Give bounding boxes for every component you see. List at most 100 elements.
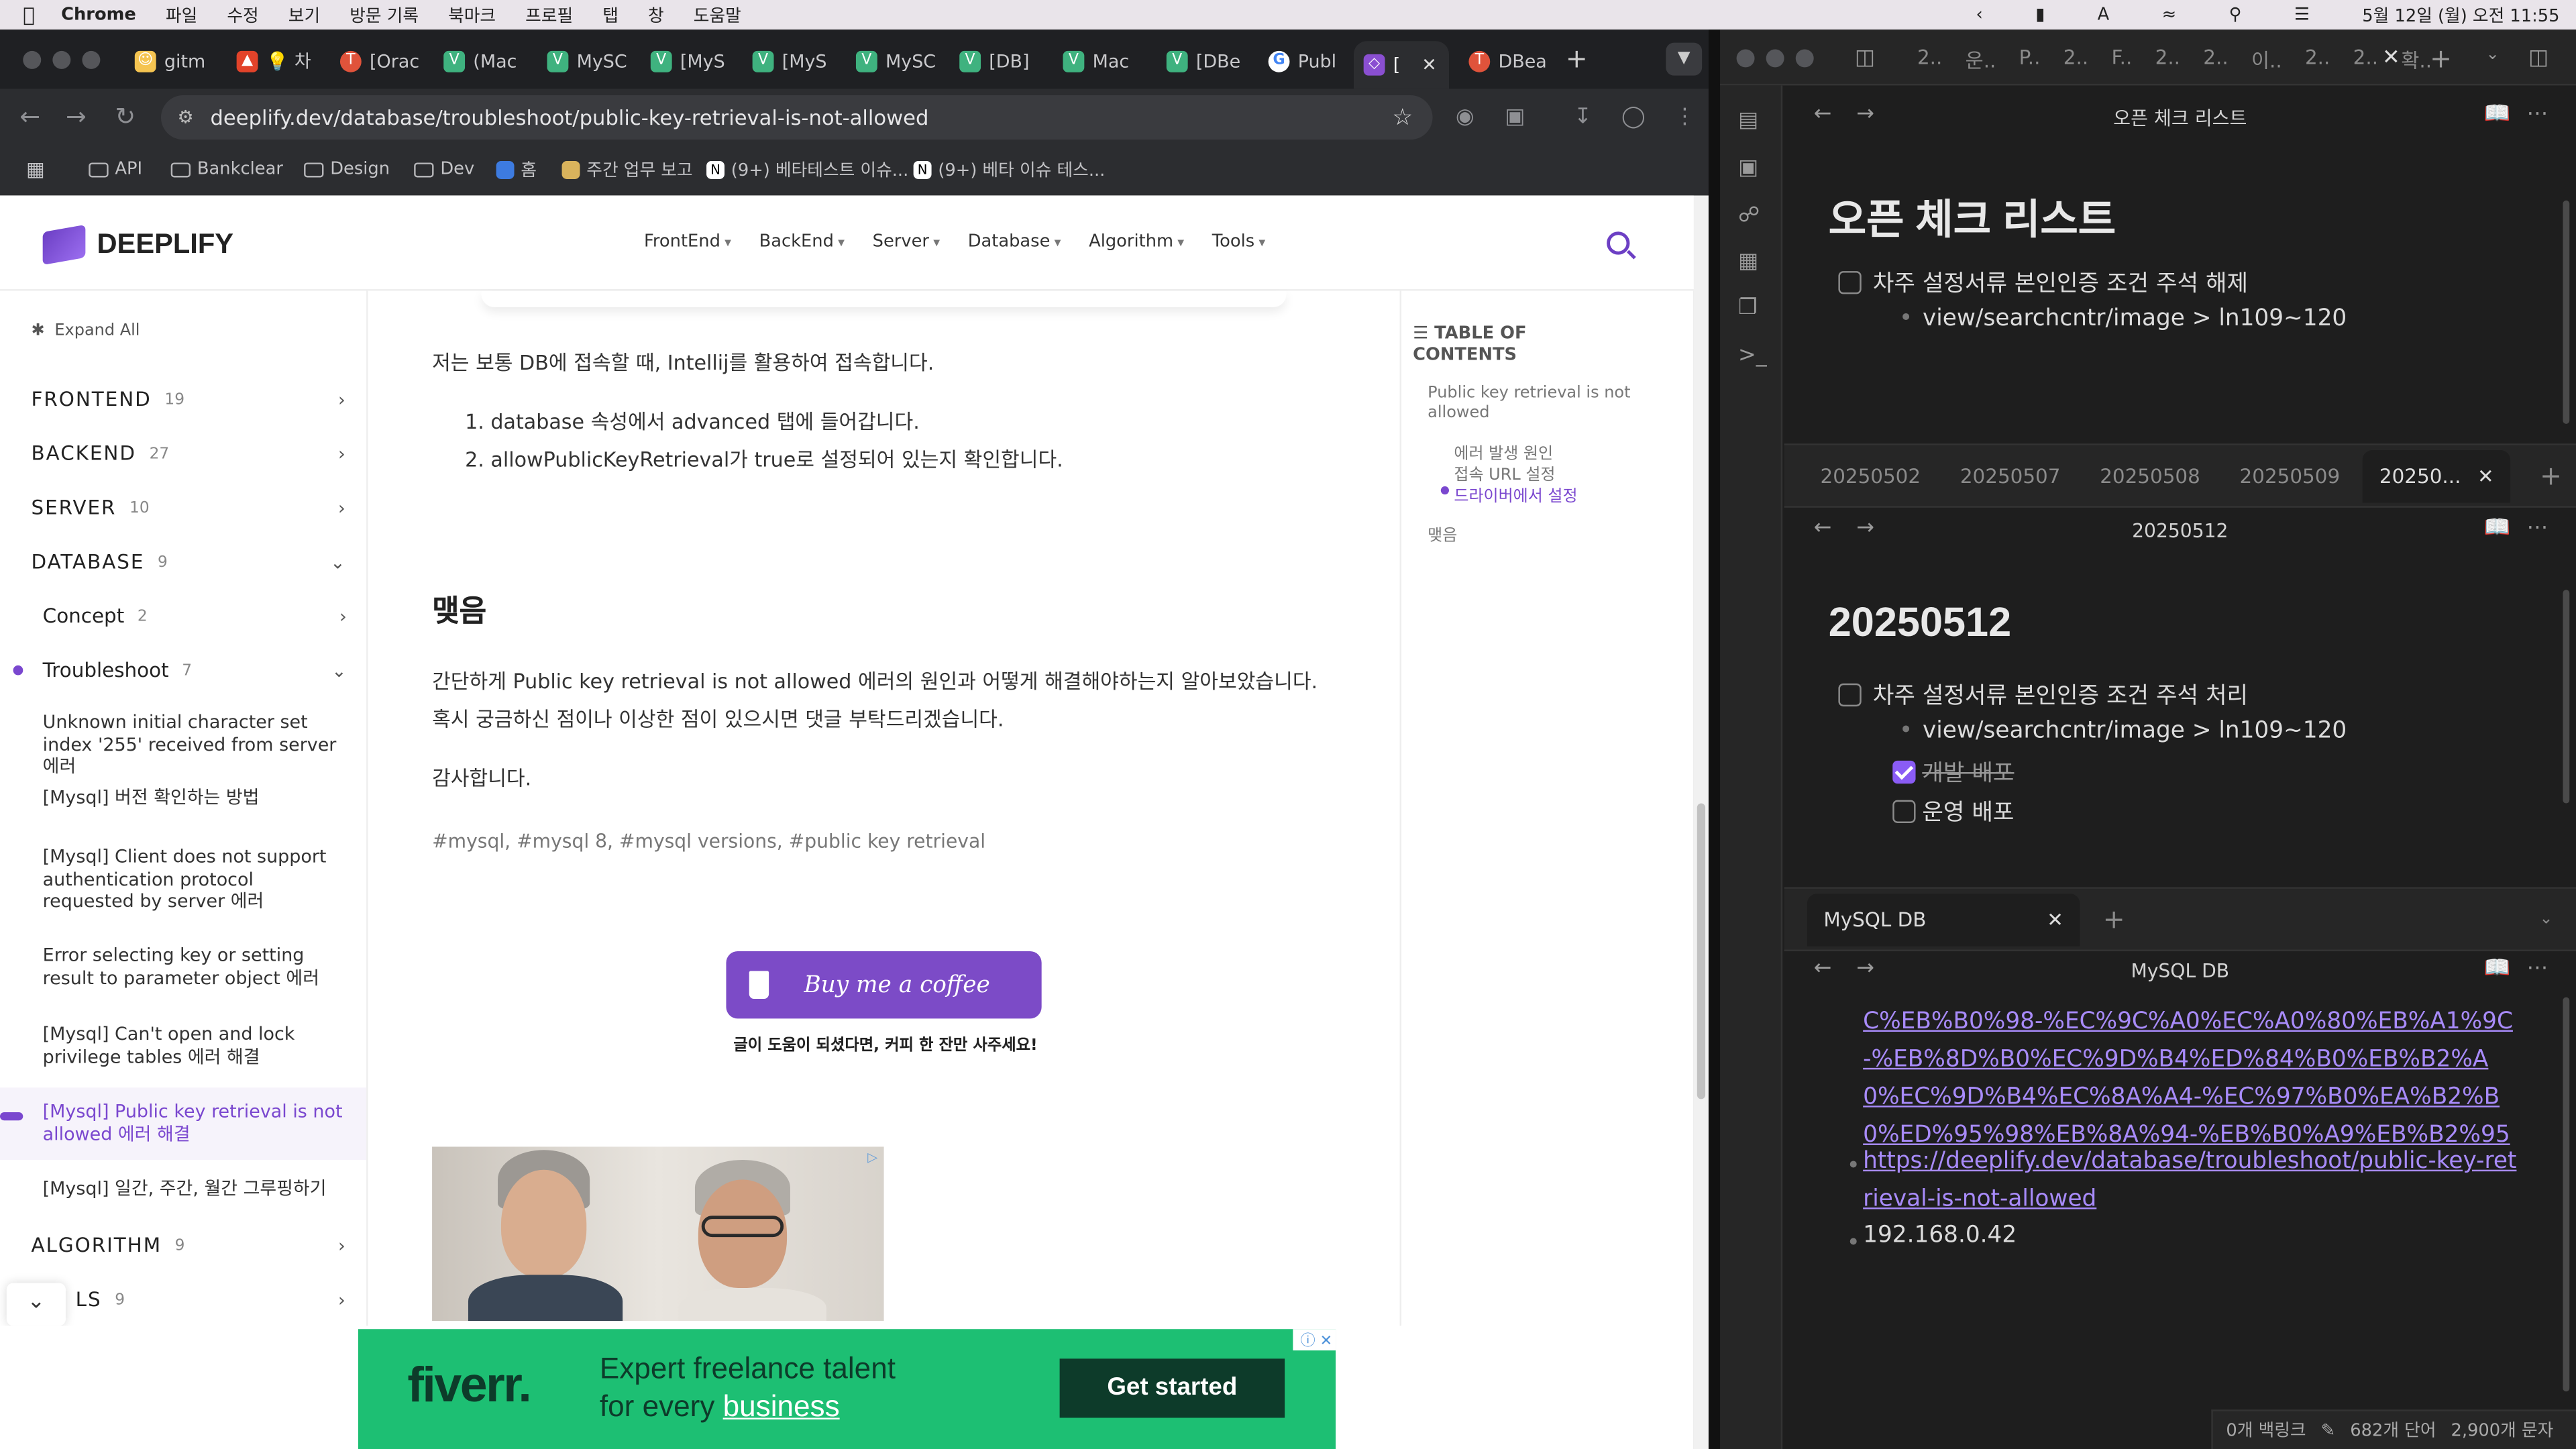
zoom-window-icon[interactable] — [82, 50, 101, 69]
new-tab-icon[interactable]: + — [2430, 43, 2452, 74]
page-scrollbar[interactable] — [1693, 195, 1709, 1449]
terminal-icon[interactable]: >_ — [1738, 343, 1767, 368]
tab-2[interactable]: T [Orac — [330, 41, 425, 80]
reload-icon[interactable]: ↻ — [115, 102, 136, 131]
copy-icon[interactable]: ❐ — [1738, 296, 1758, 321]
nav-tools[interactable]: Tools — [1212, 231, 1265, 251]
right-sidebar-icon[interactable]: ◫ — [2528, 46, 2548, 71]
tab-13[interactable]: T DBea — [1459, 41, 1554, 80]
address-bar[interactable]: ⚙ deeplify.dev/database/troubleshoot/pub… — [161, 95, 1433, 140]
sidebar-item-backend[interactable]: BACKEND 27 › — [32, 442, 354, 465]
expand-all-button[interactable]: ✱ Expand All — [32, 322, 140, 340]
tab-7[interactable]: 이.. — [2251, 46, 2282, 74]
download-icon[interactable]: ↧ — [1574, 105, 1592, 129]
task-checkbox[interactable] — [1838, 683, 1862, 707]
tab-search-icon[interactable]: ▼ — [1666, 42, 1703, 76]
sidebar-item-database[interactable]: DATABASE 9 ⌄ — [32, 550, 354, 573]
bookmark-weekly-report[interactable]: 주간 업무 보고 — [561, 157, 693, 182]
tab-5[interactable]: 2.. — [2155, 46, 2180, 74]
subtask-checkbox-checked[interactable] — [1892, 760, 1916, 784]
sidebar-item-troubleshoot[interactable]: Troubleshoot 7 ⌄ — [43, 659, 354, 682]
menu-window[interactable]: 창 — [648, 3, 664, 28]
apple-icon[interactable]:  — [23, 3, 35, 26]
menu-tab[interactable]: 탭 — [602, 3, 619, 28]
bookmark-notion-2[interactable]: N (9+) 베타 이슈 테스... — [913, 157, 1105, 182]
reading-view-icon[interactable]: 📖 — [2484, 516, 2511, 541]
camera-icon[interactable]: ◉ — [1456, 105, 1474, 129]
menu-view[interactable]: 보기 — [288, 3, 320, 28]
task-text[interactable]: 차주 설정서류 본인인증 조건 주석 해제 — [1873, 266, 2248, 299]
nav-database[interactable]: Database — [968, 231, 1061, 251]
bookmark-star-icon[interactable]: ☆ — [1392, 105, 1413, 131]
more-options-icon[interactable]: ⋯ — [2527, 956, 2548, 981]
tab-6[interactable]: V [MyS — [743, 41, 838, 80]
menu-bookmarks[interactable]: 북마크 — [448, 3, 496, 28]
sidebar-item-server[interactable]: SERVER 10 › — [32, 496, 354, 519]
chevron-left-icon[interactable]: ‹ — [1976, 5, 1982, 24]
extensions-icon[interactable]: ▣ — [1505, 105, 1525, 129]
site-info-icon[interactable]: ⚙ — [177, 107, 193, 128]
apps-grid-icon[interactable]: ▦ — [26, 158, 45, 180]
scrollbar-thumb[interactable] — [1697, 803, 1706, 1099]
fiverr-banner-ad[interactable]: fiverr. Expert freelance talent for every… — [358, 1329, 1336, 1449]
nav-frontend[interactable]: FrontEnd — [644, 231, 731, 251]
clock[interactable]: 5월 12일 (월) 오전 11:55 — [2362, 3, 2559, 28]
canvas-icon[interactable]: ▦ — [1738, 250, 1758, 274]
nav-algorithm[interactable]: Algorithm — [1089, 231, 1184, 251]
edit-mode-icon[interactable]: ✎ — [2321, 1420, 2336, 1440]
collapse-sidebar-button[interactable]: ⌄ — [6, 1283, 66, 1326]
ip-address[interactable]: 192.168.0.42 — [1863, 1222, 2017, 1248]
open-quick-switcher-icon[interactable]: ▤ — [1738, 109, 1758, 133]
search-icon[interactable] — [1607, 231, 1630, 255]
tab-0[interactable]: ☺ gitm — [125, 41, 220, 80]
nav-backend[interactable]: BackEnd — [759, 231, 845, 251]
menu-history[interactable]: 방문 기록 — [350, 3, 419, 28]
subtask-checkbox[interactable] — [1892, 800, 1916, 823]
bookmark-bankclear[interactable]: Bankclear — [170, 160, 283, 179]
bookmark-api[interactable]: API — [89, 160, 142, 179]
toc-item-url[interactable]: 접속 URL 설정 — [1454, 462, 1555, 485]
battery-icon[interactable]: ▮ — [2035, 5, 2045, 24]
close-window-icon[interactable] — [23, 50, 42, 69]
reading-view-icon[interactable]: 📖 — [2484, 956, 2511, 981]
sidebar-link-charset[interactable]: Unknown initial character set index '255… — [43, 711, 349, 777]
close-tab-icon[interactable]: ✕ — [2382, 46, 2400, 71]
bookmark-home[interactable]: 홈 — [496, 157, 537, 182]
tab-9[interactable]: 2.. — [2353, 46, 2378, 74]
tab-20250502[interactable]: 20250502 — [1820, 464, 1921, 487]
sidebar-item-tools[interactable]: LS 9 › — [76, 1288, 354, 1311]
site-logo[interactable]: DEEPLIFY — [42, 224, 233, 266]
bookmark-dev[interactable]: Dev — [414, 160, 474, 179]
sidebar-link-grouping[interactable]: [Mysql] 일간, 주간, 월간 그루핑하기 — [43, 1178, 349, 1200]
nav-server[interactable]: Server — [873, 231, 940, 251]
close-tab-icon[interactable]: ✕ — [2477, 464, 2494, 487]
sidebar-item-concept[interactable]: Concept 2 › — [43, 604, 354, 627]
sidebar-item-algorithm[interactable]: ALGORITHM 9 › — [32, 1234, 354, 1256]
menu-kebab-icon[interactable]: ⋮ — [1674, 105, 1696, 129]
wifi-icon[interactable]: ≈ — [2162, 5, 2177, 24]
sidebar-link-version[interactable]: [Mysql] 버전 확인하는 방법 — [43, 787, 349, 809]
ad-close-icon[interactable]: ⓘ ✕ — [1293, 1329, 1336, 1351]
article-link[interactable]: https://deeplify.dev/database/troublesho… — [1863, 1144, 2517, 1220]
close-window-icon[interactable] — [1736, 49, 1755, 68]
toc-item-driver[interactable]: 드라이버에서 설정 — [1454, 483, 1577, 506]
zoom-window-icon[interactable] — [1795, 49, 1814, 68]
graph-view-icon[interactable]: ☍ — [1738, 204, 1760, 229]
backlinks-count[interactable]: 0개 백링크 — [2226, 1417, 2306, 1442]
toc-item-public-key[interactable]: Public key retrieval is not allowed — [1428, 384, 1641, 424]
chevron-down-icon[interactable]: ⌄ — [2539, 910, 2553, 928]
tab-4[interactable]: F.. — [2111, 46, 2132, 74]
tab-10[interactable]: 확.. — [2401, 46, 2432, 74]
bookmark-notion-1[interactable]: N (9+) 베타테스트 이슈... — [706, 157, 908, 182]
image-advertisement[interactable]: ▷ — [432, 1146, 884, 1321]
buy-me-a-coffee-button[interactable]: Buy me a coffee — [726, 951, 1042, 1019]
chevron-down-icon[interactable]: ⌄ — [2485, 46, 2500, 64]
tab-5[interactable]: V [MyS — [641, 41, 736, 80]
more-options-icon[interactable]: ⋯ — [2527, 102, 2548, 127]
minimize-window-icon[interactable] — [52, 50, 71, 69]
minimize-window-icon[interactable] — [1766, 49, 1784, 68]
sidebar-link-selecting-key[interactable]: Error selecting key or setting result to… — [43, 945, 349, 989]
app-menu-chrome[interactable]: Chrome — [61, 5, 136, 24]
profile-icon[interactable]: ◯ — [1621, 105, 1646, 129]
sidebar-link-auth-protocol[interactable]: [Mysql] Client does not support authenti… — [43, 846, 349, 912]
